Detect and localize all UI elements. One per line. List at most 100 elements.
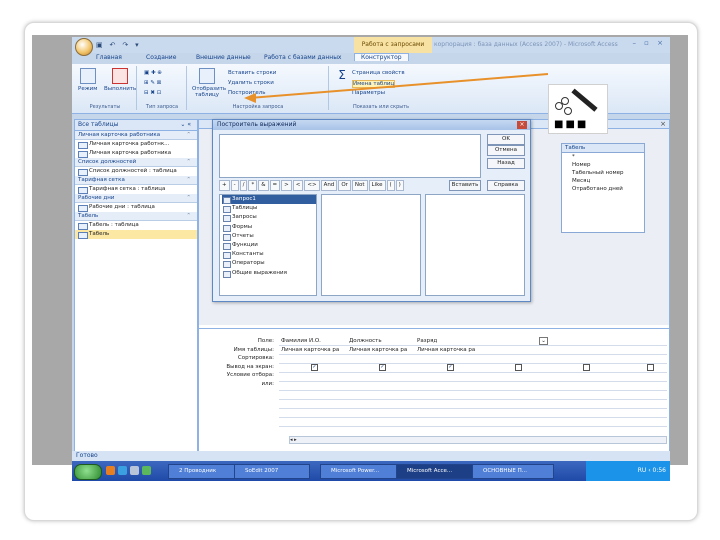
taskbar-item-powerpoint[interactable]: Microsoft Power...	[320, 464, 400, 479]
parameters-button[interactable]: Параметры	[352, 90, 385, 96]
quicklaunch-icon[interactable]	[130, 466, 139, 475]
op-button[interactable]: /	[239, 180, 248, 191]
folder-item-reports[interactable]: Отчеты	[222, 232, 316, 242]
op-button[interactable]: *	[248, 180, 258, 191]
expression-values-list[interactable]	[425, 194, 525, 296]
grid-table-cell[interactable]: Личная карточка ра	[281, 347, 339, 353]
crosstab-icon[interactable]: ⊟ ✖ ⊡	[144, 90, 161, 96]
redo-icon[interactable]: ↷	[122, 41, 128, 49]
grid-table-cell[interactable]: Личная карточка ра	[349, 347, 407, 353]
tab-external-data[interactable]: Внешние данные	[196, 54, 251, 61]
nav-item-workdays-table[interactable]: Рабочие дни : таблица	[75, 203, 197, 212]
table-names-button[interactable]: Имена таблиц	[352, 80, 396, 88]
cancel-button[interactable]: Отмена	[487, 145, 525, 156]
insert-rows-button[interactable]: Вставить строки	[228, 70, 276, 76]
op-button[interactable]: +	[219, 180, 230, 191]
show-table-button[interactable]: Отобразить таблицу	[192, 68, 226, 98]
folder-item-operators[interactable]: Операторы	[222, 259, 316, 269]
show-checkbox[interactable]: ✓	[447, 364, 454, 371]
expression-elements-list[interactable]	[321, 194, 421, 296]
collapse-icon[interactable]: ⌃	[186, 212, 191, 220]
close-icon[interactable]: ×	[660, 120, 666, 128]
property-sheet-button[interactable]: Страница свойств	[352, 70, 405, 76]
nav-section-personal-card[interactable]: Личная карточка работника ⌃	[75, 131, 197, 140]
folder-item-tables[interactable]: Таблицы	[222, 204, 316, 214]
nav-section-tariff[interactable]: Тарифная сетка ⌃	[75, 176, 197, 185]
show-checkbox[interactable]	[647, 364, 654, 371]
make-table-icon[interactable]: ▣ ✚ ⊕	[144, 70, 162, 76]
nav-section-positions[interactable]: Список должностей ⌃	[75, 158, 197, 167]
nav-item-timesheet-query[interactable]: Табель	[75, 230, 197, 239]
quicklaunch-icon[interactable]	[118, 466, 127, 475]
show-checkbox[interactable]	[515, 364, 522, 371]
tab-create[interactable]: Создание	[146, 54, 176, 61]
nav-section-workdays[interactable]: Рабочие дни ⌃	[75, 194, 197, 203]
chevron-down-icon[interactable]: ⌄ «	[180, 120, 191, 130]
show-checkbox[interactable]: ✓	[311, 364, 318, 371]
append-icon[interactable]: ⊞ ✎ ⊠	[144, 80, 161, 86]
grid-table-cell[interactable]: Личная карточка ра	[417, 347, 475, 353]
window-controls[interactable]: – ▫ ×	[632, 39, 666, 47]
run-button[interactable]: Выполнить	[104, 68, 136, 92]
help-button[interactable]: Справка	[487, 180, 525, 191]
op-button[interactable]: -	[230, 180, 239, 191]
op-button[interactable]: Not	[351, 180, 368, 191]
delete-rows-button[interactable]: Удалить строки	[228, 80, 274, 86]
folder-item-query1[interactable]: Запрос1	[222, 195, 316, 205]
collapse-icon[interactable]: ⌃	[186, 194, 191, 202]
folder-item-forms[interactable]: Формы	[222, 223, 316, 232]
field-item[interactable]: *	[562, 153, 644, 161]
collapse-icon[interactable]: ⌃	[186, 131, 191, 139]
table-field-list[interactable]: Табель * Номер Табельный номер Месяц Отр…	[561, 143, 645, 233]
taskbar-item-explorer[interactable]: 2 Проводник	[168, 464, 236, 479]
nav-item-timesheet-table[interactable]: Табель : таблица	[75, 221, 197, 230]
op-button[interactable]: <	[292, 180, 304, 191]
nav-item-personal-card-form[interactable]: Личная карточка работнк...	[75, 140, 197, 149]
field-item[interactable]: Отработано дней	[562, 185, 644, 193]
horizontal-scrollbar[interactable]: ◂ ▸	[289, 436, 667, 444]
close-icon[interactable]: ×	[517, 121, 527, 129]
customize-qat-icon[interactable]: ▾	[135, 41, 139, 49]
op-button[interactable]: =	[269, 180, 281, 191]
tab-home[interactable]: Главная	[96, 54, 122, 61]
dropdown-arrow-icon[interactable]: ⌄	[539, 337, 548, 345]
back-button[interactable]: Назад	[487, 158, 525, 169]
nav-item-positions-table[interactable]: Список должностей : таблица	[75, 167, 197, 176]
totals-button[interactable]: Σ	[334, 68, 350, 82]
grid-field-cell[interactable]: Разряд	[417, 338, 437, 344]
grid-field-cell[interactable]: Фамилия И.О.	[281, 338, 321, 344]
op-button[interactable]: Like	[368, 180, 386, 191]
taskbar-item-word[interactable]: ОСНОВНЫЕ П...	[472, 464, 554, 479]
quicklaunch-icon[interactable]	[142, 466, 151, 475]
folder-item-constants[interactable]: Константы	[222, 250, 316, 260]
nav-header[interactable]: Все таблицы ⌄ «	[75, 120, 197, 131]
field-item[interactable]: Табельный номер	[562, 169, 644, 177]
collapse-icon[interactable]: ⌃	[186, 158, 191, 166]
builder-button[interactable]: Построитель	[228, 90, 266, 96]
op-button[interactable]: Or	[338, 180, 351, 191]
nav-item-personal-card-table[interactable]: Личная карточка работника	[75, 149, 197, 158]
field-item[interactable]: Номер	[562, 161, 644, 169]
expression-input[interactable]	[219, 134, 481, 178]
show-checkbox[interactable]	[583, 364, 590, 371]
op-button[interactable]: >	[281, 180, 292, 191]
paste-button[interactable]: Вставить	[449, 180, 481, 191]
field-item[interactable]: Месяц	[562, 177, 644, 185]
ok-button[interactable]: OK	[487, 134, 525, 145]
grid-field-cell[interactable]: Должность	[349, 338, 382, 344]
taskbar-item-soedit[interactable]: SoEdit 2007	[234, 464, 310, 479]
op-button[interactable]: &	[258, 180, 269, 191]
quicklaunch-icon[interactable]	[106, 466, 115, 475]
taskbar-item-access[interactable]: Microsoft Acce...	[396, 464, 476, 479]
save-icon[interactable]: ▣	[96, 41, 103, 49]
nav-section-timesheet[interactable]: Табель ⌃	[75, 212, 197, 221]
show-checkbox[interactable]: ✓	[379, 364, 386, 371]
collapse-icon[interactable]: ⌃	[186, 176, 191, 184]
folder-item-functions[interactable]: Функции	[222, 241, 316, 251]
tab-design[interactable]: Конструктор	[354, 53, 409, 61]
view-button[interactable]: Режим	[78, 68, 97, 92]
tab-database-tools[interactable]: Работа с базами данных	[264, 54, 342, 61]
folder-item-queries[interactable]: Запросы	[222, 213, 316, 223]
undo-icon[interactable]: ↶	[110, 41, 116, 49]
nav-item-tariff-table[interactable]: Тарифная сетка : таблица	[75, 185, 197, 194]
